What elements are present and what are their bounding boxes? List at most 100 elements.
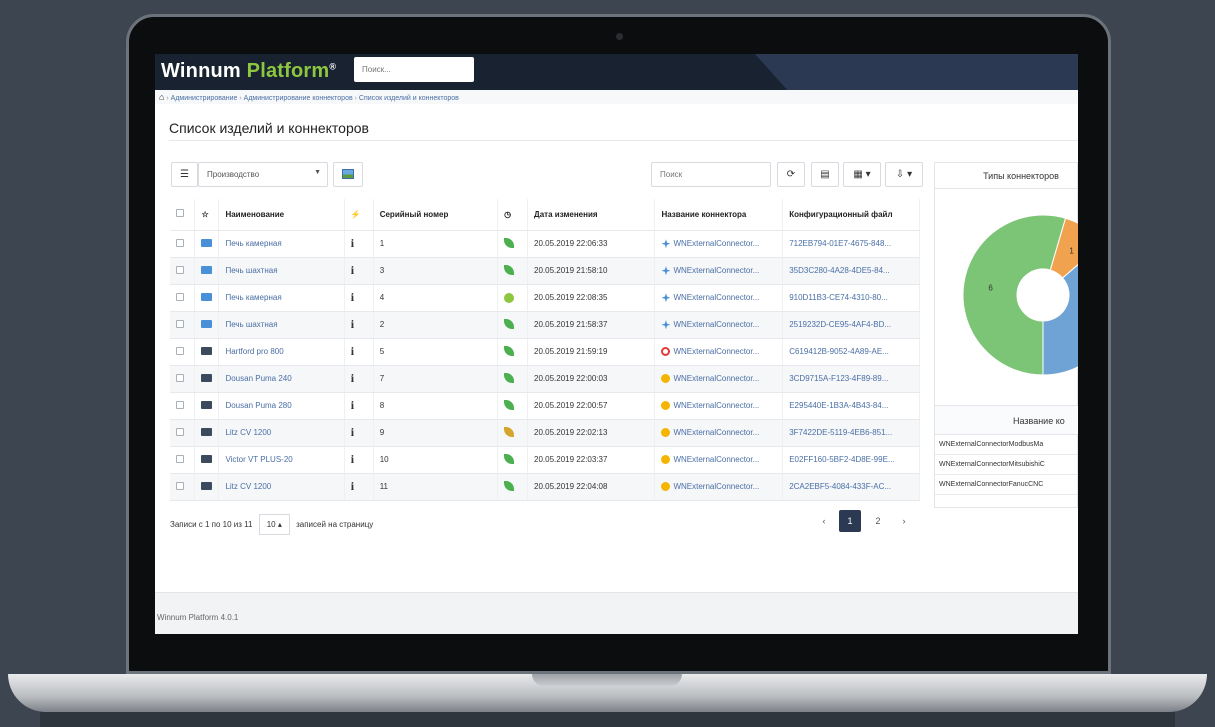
product-name[interactable]: Печь камерная bbox=[218, 230, 345, 258]
connector-name[interactable]: WNExternalConnector... bbox=[673, 320, 759, 329]
table-row[interactable]: Dousan Puma 240 i 7 20.05.2019 22:00:03 WNEx… bbox=[170, 365, 920, 393]
star-icon[interactable]: ☆ bbox=[194, 199, 220, 231]
product-name[interactable]: Victor VT PLUS-20 bbox=[218, 446, 345, 474]
table-row[interactable]: Печь камерная i 4 20.05.2019 22:08:35 WNExte… bbox=[170, 284, 920, 312]
chevron-down-icon: ▾ bbox=[865, 169, 871, 180]
product-name[interactable]: Litz CV 1200 bbox=[218, 419, 345, 447]
product-name[interactable]: Dousan Puma 280 bbox=[218, 392, 345, 420]
filter-select[interactable]: Производство ▼ bbox=[198, 162, 328, 187]
product-name[interactable]: Hartford pro 800 bbox=[218, 338, 345, 366]
modified-date: 20.05.2019 22:00:57 bbox=[527, 392, 656, 420]
info-icon[interactable]: i bbox=[351, 371, 354, 385]
connector-name[interactable]: WNExternalConnector... bbox=[673, 455, 759, 464]
row-checkbox[interactable] bbox=[170, 419, 196, 447]
panel-title: Типы коннекторов bbox=[935, 163, 1077, 189]
info-icon[interactable]: i bbox=[351, 479, 354, 493]
info-icon[interactable]: i bbox=[351, 344, 354, 358]
fanuc-icon bbox=[661, 455, 671, 465]
column-serial[interactable]: Серийный номер bbox=[373, 199, 499, 231]
export-button[interactable]: ⇩ ▾ bbox=[885, 162, 923, 187]
table-row[interactable]: Hartford pro 800 i 5 20.05.2019 21:59:19 WNE… bbox=[170, 338, 920, 366]
bolt-icon[interactable]: ⚡ bbox=[344, 199, 374, 231]
global-search-input[interactable] bbox=[354, 57, 474, 82]
config-file[interactable]: 35D3C280-4A28-4DE5-84... bbox=[782, 257, 920, 285]
table-row[interactable]: Litz CV 1200 i 11 20.05.2019 22:04:08 WNExte… bbox=[170, 473, 920, 501]
row-checkbox[interactable] bbox=[170, 446, 196, 474]
version-text: Winnum Platform 4.0.1 bbox=[157, 613, 239, 622]
config-file[interactable]: E02FF160-5BF2-4D8E-99E... bbox=[782, 446, 920, 474]
info-icon[interactable]: i bbox=[351, 263, 354, 277]
table-row[interactable]: Печь шахтная i 3 20.05.2019 21:58:10 WNExter… bbox=[170, 257, 920, 285]
connector-name[interactable]: WNExternalConnector... bbox=[673, 239, 759, 248]
column-config[interactable]: Конфигурационный файл bbox=[782, 199, 920, 231]
page-size-select[interactable]: 10 ▴ bbox=[258, 514, 290, 535]
connector-name[interactable]: WNExternalConnector... bbox=[673, 347, 759, 356]
row-checkbox[interactable] bbox=[170, 311, 196, 339]
clock-icon[interactable]: ◷ bbox=[497, 199, 529, 231]
config-file[interactable]: E295440E-1B3A-4B43-84... bbox=[782, 392, 920, 420]
connector-name[interactable]: WNExternalConnector... bbox=[673, 482, 759, 491]
idle-status-icon bbox=[504, 292, 515, 303]
info-icon[interactable]: i bbox=[351, 290, 354, 304]
info-icon[interactable]: i bbox=[351, 452, 354, 466]
config-file[interactable]: 2519232D-CE95-4AF4-BD... bbox=[782, 311, 920, 339]
subtable-row[interactable]: WNExternalConnectorModbusMa bbox=[935, 435, 1078, 455]
info-icon[interactable]: i bbox=[351, 398, 354, 412]
config-file[interactable]: 910D11B3-CE74-4310-80... bbox=[782, 284, 920, 312]
product-name[interactable]: Печь камерная bbox=[218, 284, 345, 312]
leaf-icon bbox=[504, 264, 515, 275]
product-name[interactable]: Печь шахтная bbox=[218, 311, 345, 339]
list-view-button[interactable]: ☰ bbox=[171, 162, 198, 187]
info-icon[interactable]: i bbox=[351, 236, 354, 250]
card-view-icon[interactable]: ▤ bbox=[811, 162, 839, 187]
subtable-row[interactable]: WNExternalConnectorFanucCNC bbox=[935, 475, 1078, 495]
subtable-row[interactable]: WNExternalConnectorMitsubishiC bbox=[935, 455, 1078, 475]
info-icon[interactable]: i bbox=[351, 317, 354, 331]
config-file[interactable]: 712EB794-01E7-4675-848... bbox=[782, 230, 920, 258]
image-view-button[interactable] bbox=[333, 162, 363, 187]
next-page-button[interactable]: › bbox=[893, 510, 915, 532]
table-row[interactable]: Victor VT PLUS-20 i 10 20.05.2019 22:03:37 W… bbox=[170, 446, 920, 474]
breadcrumb-item[interactable]: Администрирование коннекторов bbox=[244, 95, 353, 102]
config-file[interactable]: C619412B-9052-4A89-AE... bbox=[782, 338, 920, 366]
row-checkbox[interactable] bbox=[170, 338, 196, 366]
page-button-active[interactable]: 1 bbox=[839, 510, 861, 532]
connector-name[interactable]: WNExternalConnector... bbox=[673, 428, 759, 437]
breadcrumb-item[interactable]: Администрирование bbox=[171, 95, 238, 102]
connector-name[interactable]: WNExternalConnector... bbox=[673, 266, 759, 275]
table-row[interactable]: Litz CV 1200 i 9 20.05.2019 22:02:13 WNExter… bbox=[170, 419, 920, 447]
table-search-input[interactable] bbox=[651, 162, 771, 187]
connector-name[interactable]: WNExternalConnector... bbox=[673, 374, 759, 383]
refresh-icon[interactable]: ⟳ bbox=[777, 162, 805, 187]
row-checkbox[interactable] bbox=[170, 284, 196, 312]
row-checkbox[interactable] bbox=[170, 257, 196, 285]
config-file[interactable]: 3F7422DE-5119-4EB6-851... bbox=[782, 419, 920, 447]
table-row[interactable]: Печь камерная i 1 20.05.2019 22:06:33 WNExte… bbox=[170, 230, 920, 258]
columns-button[interactable]: ▦ ▾ bbox=[843, 162, 881, 187]
product-name[interactable]: Печь шахтная bbox=[218, 257, 345, 285]
prev-page-button[interactable]: ‹ bbox=[813, 510, 835, 532]
furnace-icon bbox=[201, 319, 213, 328]
app-logo[interactable]: Winnum Platform® bbox=[161, 60, 336, 83]
row-checkbox[interactable] bbox=[170, 473, 196, 501]
product-name[interactable]: Dousan Puma 240 bbox=[218, 365, 345, 393]
connector-name[interactable]: WNExternalConnector... bbox=[673, 293, 759, 302]
info-icon[interactable]: i bbox=[351, 425, 354, 439]
select-all-checkbox[interactable] bbox=[170, 199, 196, 231]
column-name[interactable]: Наименование bbox=[218, 199, 345, 231]
config-file[interactable]: 3CD9715A-F123-4F89-89... bbox=[782, 365, 920, 393]
serial-number: 11 bbox=[373, 473, 499, 501]
product-name[interactable]: Litz CV 1200 bbox=[218, 473, 345, 501]
home-icon[interactable]: ⌂ bbox=[159, 92, 164, 102]
table-row[interactable]: Печь шахтная i 2 20.05.2019 21:58:37 WNExter… bbox=[170, 311, 920, 339]
row-checkbox[interactable] bbox=[170, 230, 196, 258]
table-row[interactable]: Dousan Puma 280 i 8 20.05.2019 22:00:57 WNEx… bbox=[170, 392, 920, 420]
column-date[interactable]: Дата изменения bbox=[527, 199, 656, 231]
breadcrumb-item-current[interactable]: Список изделий и коннекторов bbox=[359, 95, 459, 102]
connector-name[interactable]: WNExternalConnector... bbox=[673, 401, 759, 410]
page-button[interactable]: 2 bbox=[867, 510, 889, 532]
row-checkbox[interactable] bbox=[170, 392, 196, 420]
column-connector[interactable]: Название коннектора bbox=[654, 199, 784, 231]
config-file[interactable]: 2CA2EBF5-4084-433F-AC... bbox=[782, 473, 920, 501]
row-checkbox[interactable] bbox=[170, 365, 196, 393]
